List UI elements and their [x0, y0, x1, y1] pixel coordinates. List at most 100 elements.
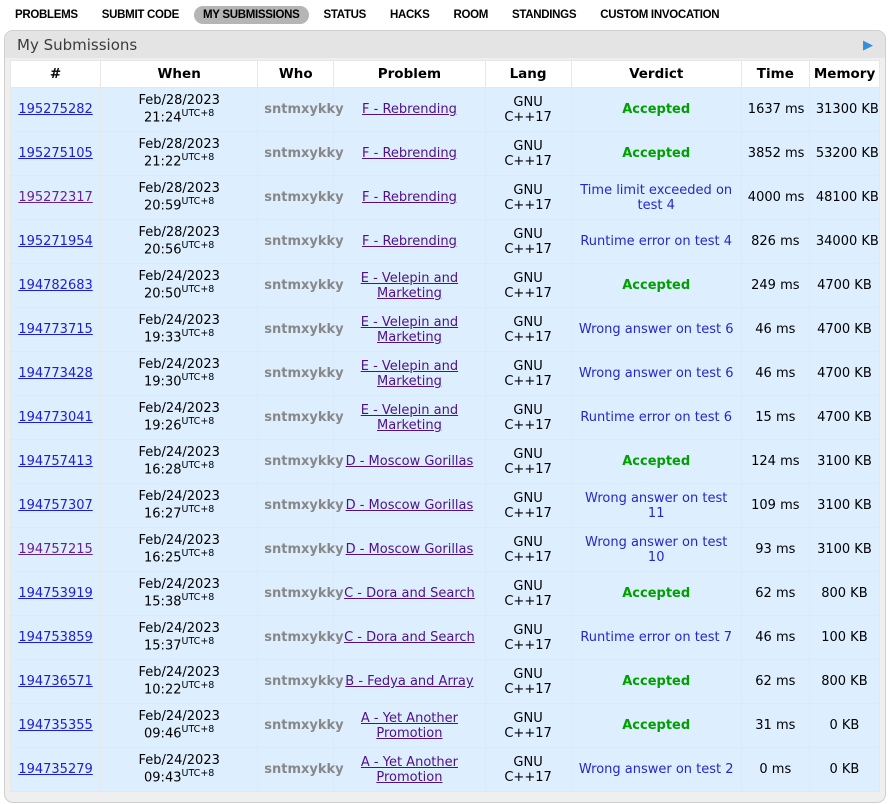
verdict-text: Wrong answer on test 10	[585, 535, 727, 565]
verdict-cell: Runtime error on test 7	[571, 616, 741, 660]
user-link[interactable]: sntmxykky	[264, 718, 343, 733]
problem-link[interactable]: B - Fedya and Array	[345, 674, 473, 689]
user-link[interactable]: sntmxykky	[264, 586, 343, 601]
when-cell: Feb/24/2023 09:43UTC+8	[101, 748, 258, 792]
column-header-time: Time	[741, 61, 809, 88]
problem-link[interactable]: E - Velepin and Marketing	[361, 403, 458, 433]
submission-time: 20:50UTC+8	[107, 284, 251, 301]
submission-id-link[interactable]: 194735355	[18, 718, 92, 733]
user-link[interactable]: sntmxykky	[264, 410, 343, 425]
user-link[interactable]: sntmxykky	[264, 322, 343, 337]
problem-link[interactable]: E - Velepin and Marketing	[361, 315, 458, 345]
nav-item-my-submissions[interactable]: MY SUBMISSIONS	[194, 6, 309, 24]
problem-cell: F - Rebrending	[334, 176, 485, 220]
problem-link[interactable]: D - Moscow Gorillas	[346, 498, 474, 513]
table-row: 194735279 Feb/24/2023 09:43UTC+8 sntmxyk…	[11, 748, 880, 792]
submission-time: 20:59UTC+8	[107, 196, 251, 213]
submission-id-link[interactable]: 194757215	[18, 542, 92, 557]
who-cell: sntmxykky	[258, 704, 334, 748]
lang-cell: GNU C++17	[485, 264, 571, 308]
submission-id-link[interactable]: 194773428	[18, 366, 92, 381]
user-link[interactable]: sntmxykky	[264, 102, 343, 117]
submission-id-link[interactable]: 195275105	[18, 146, 92, 161]
submission-id-link[interactable]: 194757307	[18, 498, 92, 513]
memory-cell: 34000 KB	[809, 220, 879, 264]
verdict-cell: Accepted	[571, 88, 741, 132]
submission-id-link[interactable]: 194735279	[18, 762, 92, 777]
submission-id-link[interactable]: 194773715	[18, 322, 92, 337]
table-row: 195275105 Feb/28/2023 21:22UTC+8 sntmxyk…	[11, 132, 880, 176]
submission-id-link[interactable]: 195271954	[18, 234, 92, 249]
problem-link[interactable]: E - Velepin and Marketing	[361, 359, 458, 389]
nav-item-problems[interactable]: PROBLEMS	[6, 6, 87, 24]
user-link[interactable]: sntmxykky	[264, 498, 343, 513]
user-link[interactable]: sntmxykky	[264, 366, 343, 381]
submission-id-link[interactable]: 195275282	[18, 102, 92, 117]
verdict-cell: Accepted	[571, 440, 741, 484]
problem-link[interactable]: F - Rebrending	[362, 234, 457, 249]
verdict-cell: Wrong answer on test 6	[571, 352, 741, 396]
submission-id-link[interactable]: 194757413	[18, 454, 92, 469]
problem-link[interactable]: D - Moscow Gorillas	[346, 454, 474, 469]
verdict-text: Accepted	[622, 102, 690, 117]
time-cell: 46 ms	[741, 616, 809, 660]
problem-link[interactable]: C - Dora and Search	[344, 630, 475, 645]
when-cell: Feb/28/2023 20:56UTC+8	[101, 220, 258, 264]
memory-cell: 0 KB	[809, 748, 879, 792]
submission-date: Feb/24/2023	[107, 709, 251, 724]
who-cell: sntmxykky	[258, 352, 334, 396]
user-link[interactable]: sntmxykky	[264, 234, 343, 249]
verdict-text: Wrong answer on test 11	[585, 491, 727, 521]
submission-id-cell: 194753859	[11, 616, 101, 660]
user-link[interactable]: sntmxykky	[264, 542, 343, 557]
problem-link[interactable]: C - Dora and Search	[344, 586, 475, 601]
nav-item-room[interactable]: ROOM	[444, 6, 497, 24]
user-link[interactable]: sntmxykky	[264, 454, 343, 469]
problem-link[interactable]: D - Moscow Gorillas	[346, 542, 474, 557]
who-cell: sntmxykky	[258, 748, 334, 792]
when-cell: Feb/24/2023 15:38UTC+8	[101, 572, 258, 616]
submission-id-link[interactable]: 194782683	[18, 278, 92, 293]
submission-date: Feb/24/2023	[107, 489, 251, 504]
who-cell: sntmxykky	[258, 572, 334, 616]
time-cell: 31 ms	[741, 704, 809, 748]
problem-link[interactable]: F - Rebrending	[362, 102, 457, 117]
submission-id-link[interactable]: 194736571	[18, 674, 92, 689]
submission-id-link[interactable]: 194753859	[18, 630, 92, 645]
time-cell: 4000 ms	[741, 176, 809, 220]
when-cell: Feb/24/2023 16:28UTC+8	[101, 440, 258, 484]
user-link[interactable]: sntmxykky	[264, 146, 343, 161]
submission-id-link[interactable]: 195272317	[18, 190, 92, 205]
submission-time: 16:25UTC+8	[107, 548, 251, 565]
problem-link[interactable]: F - Rebrending	[362, 190, 457, 205]
nav-item-submit-code[interactable]: SUBMIT CODE	[93, 6, 188, 24]
nav-item-hacks[interactable]: HACKS	[381, 6, 438, 24]
submission-id-link[interactable]: 194753919	[18, 586, 92, 601]
when-cell: Feb/28/2023 21:22UTC+8	[101, 132, 258, 176]
problem-link[interactable]: A - Yet Another Promotion	[361, 755, 458, 785]
user-link[interactable]: sntmxykky	[264, 674, 343, 689]
nav-item-standings[interactable]: STANDINGS	[503, 6, 585, 24]
verdict-text: Runtime error on test 4	[580, 234, 732, 249]
problem-link[interactable]: F - Rebrending	[362, 146, 457, 161]
verdict-cell: Accepted	[571, 264, 741, 308]
column-header-verdict: Verdict	[571, 61, 741, 88]
who-cell: sntmxykky	[258, 396, 334, 440]
panel-expand-arrow-icon[interactable]: ▶	[863, 39, 873, 52]
verdict-text: Accepted	[622, 586, 690, 601]
user-link[interactable]: sntmxykky	[264, 630, 343, 645]
time-cell: 93 ms	[741, 528, 809, 572]
problem-link[interactable]: A - Yet Another Promotion	[361, 711, 458, 741]
problem-link[interactable]: E - Velepin and Marketing	[361, 271, 458, 301]
when-cell: Feb/24/2023 19:26UTC+8	[101, 396, 258, 440]
when-cell: Feb/24/2023 19:30UTC+8	[101, 352, 258, 396]
submission-id-link[interactable]: 194773041	[18, 410, 92, 425]
who-cell: sntmxykky	[258, 484, 334, 528]
nav-item-status[interactable]: STATUS	[315, 6, 376, 24]
nav-item-custom-invocation[interactable]: CUSTOM INVOCATION	[591, 6, 728, 24]
user-link[interactable]: sntmxykky	[264, 190, 343, 205]
submission-date: Feb/24/2023	[107, 313, 251, 328]
submission-time: 15:37UTC+8	[107, 636, 251, 653]
user-link[interactable]: sntmxykky	[264, 278, 343, 293]
user-link[interactable]: sntmxykky	[264, 762, 343, 777]
